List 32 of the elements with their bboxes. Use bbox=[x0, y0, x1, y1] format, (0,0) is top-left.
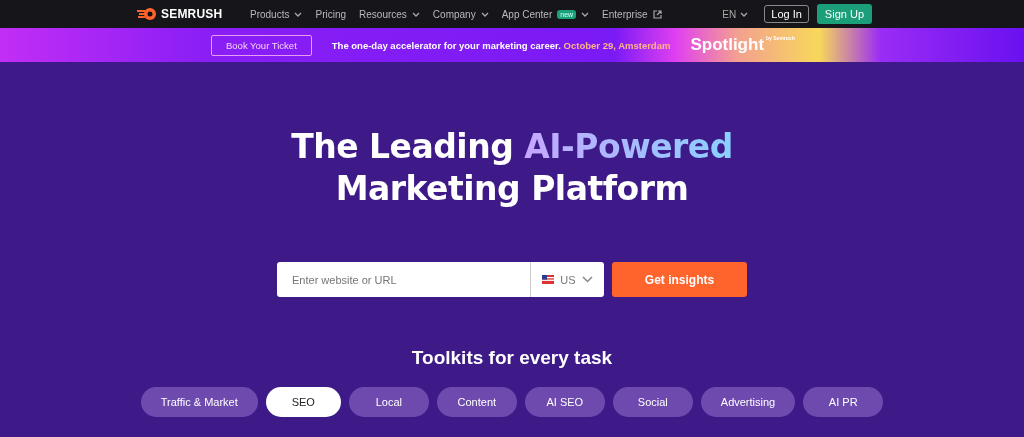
nav-menu-item[interactable]: Resources bbox=[359, 8, 420, 20]
toolkit-tab[interactable]: AI PR bbox=[803, 387, 884, 417]
external-link-icon bbox=[652, 9, 662, 19]
toolkit-tab[interactable]: Social bbox=[612, 387, 693, 417]
country-selector[interactable]: US bbox=[530, 262, 604, 297]
logo-wordmark[interactable]: SEMRUSH bbox=[161, 7, 223, 21]
toolkit-tab[interactable]: SEO bbox=[265, 387, 341, 417]
url-input-field[interactable]: Enter website or URL bbox=[277, 262, 530, 297]
toolkit-tab[interactable]: Advertising bbox=[700, 387, 796, 417]
nav-menu-item[interactable]: Enterprise bbox=[602, 8, 662, 20]
toolkit-tab[interactable]: Traffic & Market bbox=[140, 387, 258, 417]
flag-icon bbox=[542, 275, 555, 284]
toolkits-heading: Toolkits for every task bbox=[411, 347, 613, 369]
toolkit-tab[interactable]: Local bbox=[348, 387, 429, 417]
language-selector[interactable]: EN bbox=[722, 8, 749, 20]
chevron-down-icon bbox=[581, 276, 593, 283]
chevron-down-icon bbox=[581, 11, 590, 17]
chevron-down-icon bbox=[411, 11, 420, 17]
chevron-down-icon bbox=[480, 11, 489, 17]
nav-menu-item[interactable]: Company bbox=[432, 8, 489, 20]
chevron-down-icon bbox=[740, 11, 749, 17]
sign-up-button[interactable]: Sign Up bbox=[816, 4, 872, 24]
banner-message: The one-day accelerator for your marketing career. October 29, Amsterdam bbox=[331, 39, 671, 51]
nav-menu-item[interactable]: Pricing bbox=[315, 8, 347, 20]
book-ticket-button[interactable]: Book Your Ticket bbox=[211, 34, 312, 56]
toolkit-tab[interactable]: AI SEO bbox=[524, 387, 605, 417]
log-in-button[interactable]: Log In bbox=[764, 5, 809, 23]
chevron-down-icon bbox=[294, 11, 303, 17]
toolkit-tab[interactable]: Content bbox=[436, 387, 517, 417]
spotlight-brand: Spotlight$^{by Semrush}$ bbox=[690, 35, 795, 55]
nav-menu-item[interactable]: Products bbox=[250, 8, 303, 20]
hero-headline: The Leading AI-Powered Marketing Platform bbox=[291, 126, 733, 210]
